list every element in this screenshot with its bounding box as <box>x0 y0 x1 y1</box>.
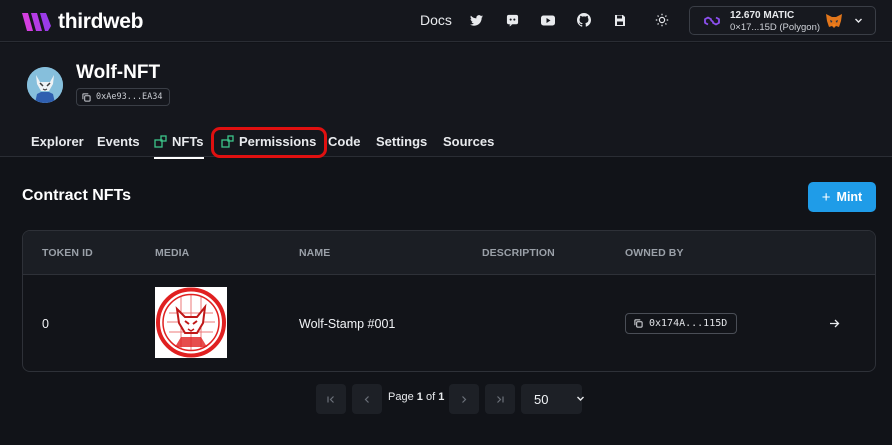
tab-nfts-label: NFTs <box>172 134 204 149</box>
youtube-icon[interactable] <box>540 12 556 28</box>
tab-settings[interactable]: Settings <box>376 134 427 149</box>
top-navbar: thirdweb Docs 12.670 MATIC 0×17...15D (P… <box>0 0 892 42</box>
contract-avatar <box>27 67 63 103</box>
first-page-button[interactable] <box>316 384 346 414</box>
thirdweb-logo-icon <box>22 13 51 31</box>
current-page: 1 <box>416 391 423 403</box>
brand-name: thirdweb <box>58 10 144 33</box>
page-size-select[interactable]: 50 <box>521 384 585 414</box>
page-of: of <box>425 391 436 403</box>
nft-table: TOKEN ID MEDIA NAME DESCRIPTION OWNED BY… <box>22 230 876 372</box>
mint-button[interactable]: + Mint <box>808 182 876 212</box>
chevrons-first-icon <box>327 395 334 403</box>
tab-events[interactable]: Events <box>97 134 140 149</box>
wallet-balance: 12.670 MATIC <box>730 10 795 21</box>
polygon-icon <box>704 16 720 26</box>
table-header: TOKEN ID MEDIA NAME DESCRIPTION OWNED BY <box>23 231 875 275</box>
wallet-connect-button[interactable]: 12.670 MATIC 0×17...15D (Polygon) <box>689 6 876 35</box>
previous-page-button[interactable] <box>352 384 382 414</box>
chevrons-last-icon <box>497 395 504 403</box>
chevron-right-icon <box>462 395 467 403</box>
column-description[interactable]: DESCRIPTION <box>482 247 555 259</box>
owner-address-copy-button[interactable]: 0x174A...115D <box>625 313 738 334</box>
contract-address-copy-button[interactable]: 0xAe93...EA34 <box>76 88 170 106</box>
plus-icon: + <box>821 188 831 206</box>
mint-label: Mint <box>836 190 863 204</box>
tab-nfts[interactable]: NFTs <box>154 134 204 159</box>
twitter-icon[interactable] <box>468 12 484 28</box>
token-id-cell: 0 <box>42 317 49 331</box>
chevron-down-icon <box>855 18 862 23</box>
chevron-left-icon <box>364 395 369 403</box>
tab-explorer[interactable]: Explorer <box>31 134 84 149</box>
discord-icon[interactable] <box>504 12 520 28</box>
next-page-button[interactable] <box>449 384 479 414</box>
contract-header: Wolf-NFT 0xAe93...EA34 <box>0 43 892 126</box>
column-media[interactable]: MEDIA <box>155 247 189 259</box>
last-page-button[interactable] <box>485 384 515 414</box>
metamask-fox-icon <box>826 14 842 28</box>
tab-settings-label: Settings <box>376 134 428 149</box>
chevron-down-icon <box>576 394 585 403</box>
wallet-address: 0×17...15D (Polygon) <box>730 22 821 33</box>
extension-icon <box>154 135 167 148</box>
nft-media-image <box>155 287 227 358</box>
tab-sources[interactable]: Sources <box>443 134 494 149</box>
page-size-value: 50 <box>534 391 549 407</box>
contract-name: Wolf-NFT <box>76 62 161 83</box>
page-indicator: Page 1 of 1 <box>388 391 444 403</box>
page-title: Contract NFTs <box>22 187 132 204</box>
tab-code[interactable]: Code <box>328 134 361 149</box>
total-pages: 1 <box>438 391 445 403</box>
column-token-id[interactable]: TOKEN ID <box>42 247 93 259</box>
contract-tabs: Explorer Events NFTs Permissions Code Se… <box>0 126 892 159</box>
owner-address: 0x174A...115D <box>649 318 728 329</box>
theme-sun-icon[interactable] <box>654 12 670 28</box>
highlight-annotation <box>211 127 327 158</box>
contract-address: 0xAe93...EA34 <box>96 92 163 102</box>
tab-sources-label: Sources <box>443 134 495 149</box>
tab-code-label: Code <box>328 134 361 149</box>
column-owned-by[interactable]: OWNED BY <box>625 247 684 259</box>
tab-events-label: Events <box>97 134 140 149</box>
github-icon[interactable] <box>576 12 592 28</box>
docs-link[interactable]: Docs <box>420 12 452 28</box>
arrow-right-icon[interactable] <box>829 315 840 333</box>
page-prefix: Page <box>388 391 414 403</box>
table-row[interactable]: 0 Wolf-Stamp #001 0x174A...115D <box>23 275 875 371</box>
copy-icon <box>82 92 91 102</box>
save-disk-icon[interactable] <box>612 12 628 28</box>
column-name[interactable]: NAME <box>299 247 330 259</box>
nft-name-cell: Wolf-Stamp #001 <box>299 317 396 331</box>
thirdweb-logo[interactable]: thirdweb <box>22 10 143 34</box>
copy-icon <box>634 319 643 328</box>
tab-explorer-label: Explorer <box>31 134 84 149</box>
